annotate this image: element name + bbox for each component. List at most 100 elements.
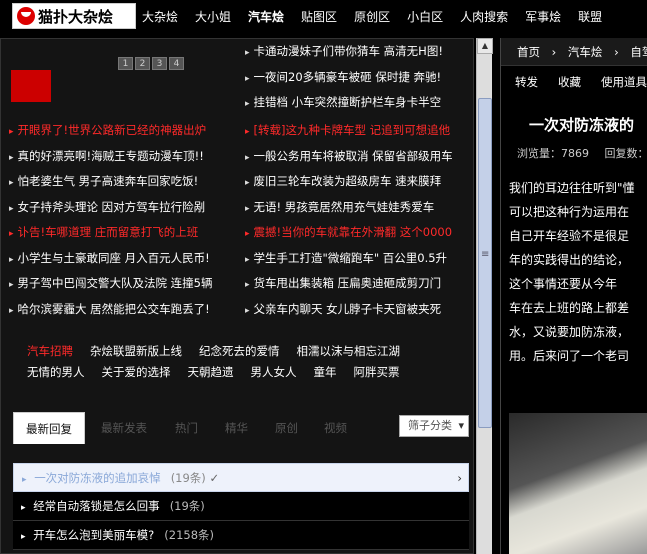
- article-line: 用。后来问了一个老司: [509, 349, 630, 363]
- news-list-left: 开眼界了!世界公路新已经的神器出炉 真的好漂亮啊!海贼王专题动漫车顶!! 怕老婆…: [9, 118, 237, 322]
- article-line: 年的实践得出的结论，: [509, 253, 630, 267]
- pager-1[interactable]: 1: [118, 57, 133, 70]
- article-title: 一次对防冻液的: [529, 116, 635, 134]
- article-line: 这个事情还要从今年: [509, 277, 618, 291]
- link-item[interactable]: 男人女人: [251, 362, 297, 383]
- use-item-button[interactable]: 使用道具: [601, 74, 647, 90]
- reply-title: 经常自动落锁是怎么回事: [33, 499, 160, 513]
- nav-item-qichehui[interactable]: 汽车烩: [248, 8, 284, 25]
- news-item[interactable]: 真的好漂亮啊!海贼王专题动漫车顶!!: [9, 144, 237, 170]
- view-count: 浏览量：7869: [517, 147, 589, 160]
- breadcrumb-car[interactable]: 汽车烩: [568, 45, 603, 59]
- link-item[interactable]: 无情的男人: [27, 362, 85, 383]
- news-item[interactable]: 讣告!车哪道理 庄而留意打飞的上班: [9, 220, 237, 246]
- article-line: 水，又说要加防冻液，: [509, 325, 630, 339]
- reply-title: 开车怎么泡到美丽车模?: [33, 528, 155, 542]
- news-item[interactable]: 卡通动漫妹子们带你猜车 高清无H图!: [245, 39, 471, 65]
- tab-latest-posts[interactable]: 最新发表: [101, 412, 147, 444]
- article-photo[interactable]: [509, 413, 647, 554]
- slideshow-image[interactable]: [11, 70, 51, 102]
- nav-menu: 大杂烩 大小姐 汽车烩 贴图区 原创区 小白区 人肉搜索 军事烩 联盟: [142, 0, 619, 32]
- breadcrumb-separator: ›: [614, 45, 619, 59]
- tab-hot[interactable]: 热门: [175, 412, 198, 444]
- news-item[interactable]: 一夜间20多辆豪车被砸 保时捷 奔驰!: [245, 65, 471, 91]
- pager-3[interactable]: 3: [152, 57, 167, 70]
- tab-original[interactable]: 原创: [275, 412, 298, 444]
- article-body: 我们的耳边往往听到"懂 可以把这种行为运用在 自己开车经验不是很足 年的实践得出…: [509, 176, 647, 368]
- news-item[interactable]: 废旧三轮车改装为超级房车 速来膜拜: [245, 169, 471, 195]
- nav-item-dazahui[interactable]: 大杂烩: [142, 8, 178, 25]
- scroll-up-arrow-icon[interactable]: ▲: [477, 38, 493, 54]
- topic-tabs: 最新回复 最新发表 热门 精华 原创 视频 筛子分类: [13, 412, 469, 444]
- news-item[interactable]: 无语! 男孩竟居然用充气娃娃秀爱车: [245, 195, 471, 221]
- logo-text: 猫扑大杂烩: [38, 7, 114, 26]
- article-actions: 转发 收藏 使用道具: [515, 74, 647, 90]
- news-item[interactable]: 哈尔滨雾霾大 居然能把公交车跑丢了!: [9, 297, 237, 323]
- news-list-top-right: 卡通动漫妹子们带你猜车 高清无H图! 一夜间20多辆豪车被砸 保时捷 奔驰! 挂…: [245, 39, 471, 116]
- category-dropdown[interactable]: 筛子分类: [399, 415, 469, 437]
- link-car-jobs[interactable]: 汽车招聘: [27, 341, 73, 362]
- list-item[interactable]: 一次对防冻液的追加哀悼 (19条) ✓ ›: [13, 463, 469, 492]
- article-panel: 首页 › 汽车烩 › 自驾游 转发 收藏 使用道具 一次对防冻液的 浏览量：78…: [500, 38, 647, 554]
- link-item[interactable]: 关于爱的选择: [102, 362, 171, 383]
- breadcrumb: 首页 › 汽车烩 › 自驾游: [501, 38, 647, 66]
- reply-count-label: 回复数：: [604, 147, 647, 160]
- news-item[interactable]: 挂错档 小车突然撞断护栏车身卡半空: [245, 90, 471, 116]
- tab-latest-replies[interactable]: 最新回复: [13, 412, 85, 444]
- link-item[interactable]: 童年: [314, 362, 337, 383]
- nav-item-yuanchuangqu[interactable]: 原创区: [354, 8, 390, 25]
- news-item[interactable]: 女子持斧头理论 因对方驾车拉行险剐: [9, 195, 237, 221]
- news-item[interactable]: 父亲车内聊天 女儿脖子卡天窗被夹死: [245, 297, 471, 323]
- tab-featured[interactable]: 精华: [225, 412, 248, 444]
- link-item[interactable]: 相濡以沫与相忘江湖: [297, 341, 401, 362]
- news-item[interactable]: 开眼界了!世界公路新已经的神器出炉: [9, 118, 237, 144]
- reply-list: 一次对防冻液的追加哀悼 (19条) ✓ › 经常自动落锁是怎么回事 (19条) 开车…: [13, 463, 469, 550]
- tab-video[interactable]: 视频: [324, 412, 347, 444]
- pager-2[interactable]: 2: [135, 57, 150, 70]
- chevron-right-icon: ›: [457, 471, 462, 485]
- site-logo[interactable]: 猫扑大杂烩: [12, 3, 136, 29]
- news-item[interactable]: 货车甩出集装箱 压扁奥迪砸成剪刀门: [245, 271, 471, 297]
- news-item[interactable]: 怕老婆生气 男子高速奔车回家吃饭!: [9, 169, 237, 195]
- article-meta: 浏览量：7869 回复数：: [517, 145, 647, 161]
- check-icon: ✓: [209, 471, 220, 485]
- link-item[interactable]: 阿胖买票: [354, 362, 400, 383]
- link-item[interactable]: 纪念死去的爱情: [199, 341, 280, 362]
- breadcrumb-home[interactable]: 首页: [517, 45, 540, 59]
- nav-item-daxiaojie[interactable]: 大小姐: [195, 8, 231, 25]
- forward-button[interactable]: 转发: [515, 74, 538, 90]
- logo-cat-icon: [17, 7, 35, 25]
- news-item[interactable]: [转载]这九种卡牌车型 记追到可想追他: [245, 118, 471, 144]
- news-item[interactable]: 学生手工打造"微缩跑车" 百公里0.5升: [245, 246, 471, 272]
- vertical-scrollbar[interactable]: ▲: [476, 38, 493, 554]
- nav-item-junshihui[interactable]: 军事烩: [525, 8, 561, 25]
- article-line: 我们的耳边往往听到"懂: [509, 181, 635, 195]
- pager-4[interactable]: 4: [169, 57, 184, 70]
- scrollbar-thumb[interactable]: [478, 98, 492, 428]
- news-list-right: [转载]这九种卡牌车型 记追到可想追他 一般公务用车将被取消 保留省部级用车 废…: [245, 118, 471, 322]
- reply-count: (19条): [169, 499, 205, 513]
- nav-item-xiaobaiqu[interactable]: 小白区: [407, 8, 443, 25]
- top-nav-bar: 猫扑大杂烩 大杂烩 大小姐 汽车烩 贴图区 原创区 小白区 人肉搜索 军事烩 联…: [0, 0, 647, 32]
- breadcrumb-selfdrive[interactable]: 自驾游: [630, 45, 647, 59]
- list-item[interactable]: 经常自动落锁是怎么回事 (19条): [13, 492, 469, 521]
- news-item[interactable]: 小学生与土豪敢同座 月入百元人民币!: [9, 246, 237, 272]
- nav-item-lianmeng[interactable]: 联盟: [578, 8, 602, 25]
- news-item[interactable]: 男子驾中巴闯交警大队及法院 连撞5辆: [9, 271, 237, 297]
- article-line: 车在去上班的路上都差: [509, 301, 630, 315]
- nav-item-renrousousuo[interactable]: 人肉搜索: [460, 8, 508, 25]
- news-item[interactable]: 震撼!当你的车就靠在外滑翻 这个0000: [245, 220, 471, 246]
- list-item[interactable]: 开车怎么泡到美丽车模? (2158条): [13, 521, 469, 550]
- link-item[interactable]: 天朝趋遗: [188, 362, 234, 383]
- link-item[interactable]: 杂烩联盟新版上线: [90, 341, 182, 362]
- breadcrumb-separator: ›: [551, 45, 557, 59]
- news-item[interactable]: 一般公务用车将被取消 保留省部级用车: [245, 144, 471, 170]
- main-left-panel: 1 2 3 4 卡通动漫妹子们带你猜车 高清无H图! 一夜间20多辆豪车被砸 保…: [0, 38, 474, 554]
- reply-count: (2158条): [164, 528, 215, 542]
- slideshow-pager: 1 2 3 4: [118, 57, 186, 70]
- reply-title: 一次对防冻液的追加哀悼: [34, 471, 161, 485]
- reply-count: (19条): [170, 471, 206, 485]
- nav-item-tietuqu[interactable]: 贴图区: [301, 8, 337, 25]
- quick-links: 汽车招聘 杂烩联盟新版上线 纪念死去的爱情 相濡以沫与相忘江湖 无情的男人 关于…: [27, 341, 447, 383]
- favorite-button[interactable]: 收藏: [558, 74, 581, 90]
